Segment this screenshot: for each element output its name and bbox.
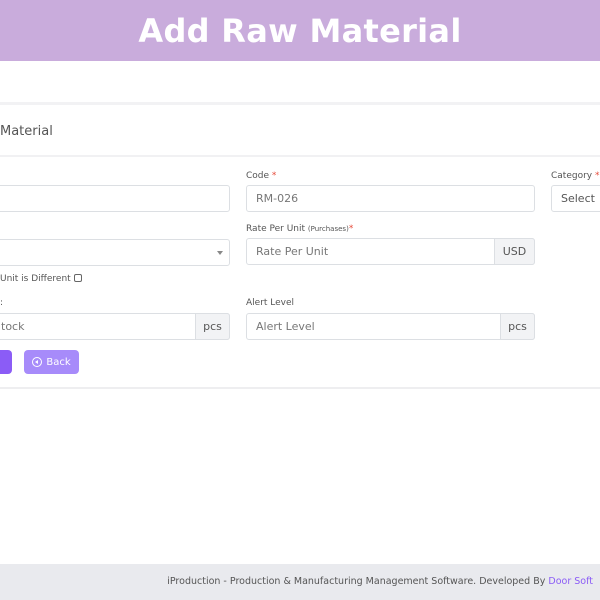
- category-label: Category *: [551, 171, 600, 181]
- category-select[interactable]: Select: [551, 185, 600, 212]
- back-label: Back: [46, 356, 71, 368]
- stock-input[interactable]: tock pcs: [0, 313, 230, 340]
- top-bar: [0, 61, 600, 105]
- stock-label: :: [0, 298, 4, 308]
- alert-level-label: Alert Level: [246, 298, 295, 308]
- unit-different-checkbox[interactable]: [73, 274, 82, 282]
- code-label: Code *: [246, 171, 277, 181]
- page-banner: Add Raw Material: [0, 0, 600, 61]
- code-value: RM-026: [256, 192, 299, 205]
- card-title: Material: [0, 124, 53, 139]
- developer-link[interactable]: Door Soft: [548, 576, 593, 587]
- stock-placeholder: tock: [1, 320, 25, 333]
- code-input[interactable]: RM-026: [246, 185, 535, 212]
- unit-different-label: Unit is Different: [0, 274, 82, 284]
- stock-unit-addon: pcs: [195, 313, 230, 340]
- back-button[interactable]: Back: [24, 350, 79, 374]
- currency-addon: USD: [494, 238, 535, 265]
- alert-level-placeholder: Alert Level: [256, 320, 315, 333]
- submit-button[interactable]: [0, 350, 12, 374]
- footer-text: iProduction - Production & Manufacturing…: [167, 576, 593, 587]
- name-input[interactable]: [0, 185, 230, 212]
- alert-level-input[interactable]: Alert Level pcs: [246, 313, 535, 340]
- alert-unit-addon: pcs: [500, 313, 535, 340]
- footer: iProduction - Production & Manufacturing…: [0, 564, 600, 600]
- rate-label: Rate Per Unit (Purchases)*: [246, 224, 354, 234]
- rate-per-unit-input[interactable]: Rate Per Unit USD: [246, 238, 535, 265]
- unit-select[interactable]: [0, 239, 230, 266]
- banner-title: Add Raw Material: [138, 11, 462, 50]
- card-header: Material: [0, 107, 600, 157]
- chevron-down-icon: [217, 251, 223, 255]
- rate-placeholder: Rate Per Unit: [256, 245, 329, 258]
- category-selected: Select: [561, 192, 595, 205]
- back-arrow-icon: [32, 357, 43, 367]
